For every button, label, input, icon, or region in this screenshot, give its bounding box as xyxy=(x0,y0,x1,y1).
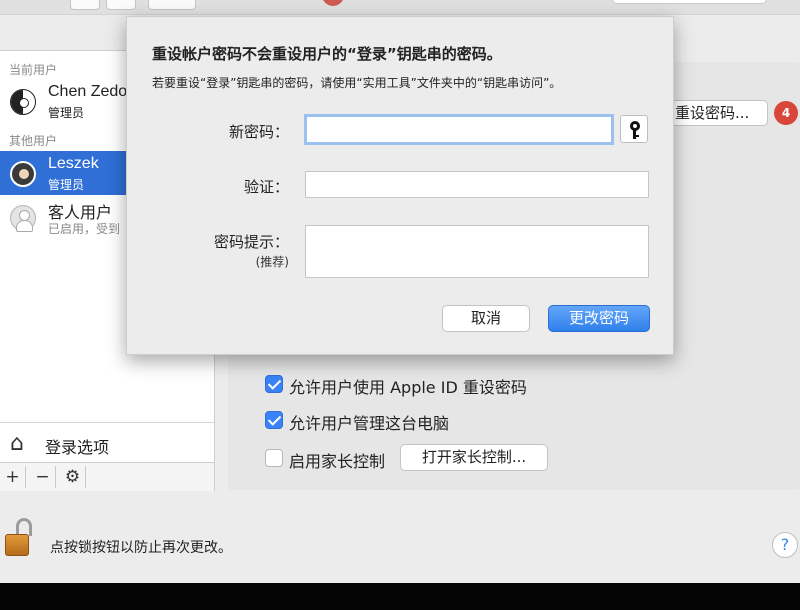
dialog-title: 重设帐户密码不会重设用户的“登录”钥匙串的密码。 xyxy=(152,45,502,63)
password-hint-recommended: (推荐) xyxy=(255,255,289,269)
show-all-button[interactable] xyxy=(148,0,196,10)
parental-controls-checkbox[interactable] xyxy=(265,449,283,467)
screen-bottom-bar xyxy=(0,583,800,610)
lock-icon[interactable] xyxy=(5,518,35,558)
password-hint-field[interactable] xyxy=(305,225,649,278)
remove-user-button[interactable]: − xyxy=(30,466,56,488)
new-password-field[interactable] xyxy=(304,114,614,145)
allow-apple-id-label: 允许用户使用 Apple ID 重设密码 xyxy=(289,378,527,397)
cancel-button[interactable]: 取消 xyxy=(442,305,530,332)
dialog-subtitle: 若要重设“登录”钥匙串的密码，请使用“实用工具”文件夹中的“钥匙串访问”。 xyxy=(152,76,562,90)
parental-controls-label: 启用家长控制 xyxy=(289,452,386,471)
reset-password-sheet: 重设帐户密码不会重设用户的“登录”钥匙串的密码。 若要重设“登录”钥匙串的密码，… xyxy=(126,16,674,355)
user-name: Leszek xyxy=(48,155,99,172)
search-field[interactable] xyxy=(612,0,767,4)
reset-password-button[interactable]: 重设密码... xyxy=(664,100,768,126)
section-other-users: 其他用户 xyxy=(9,134,58,148)
gear-icon[interactable]: ⚙ xyxy=(60,466,86,488)
sidebar-toolbar: + − ⚙ xyxy=(0,462,214,491)
window-toolbar xyxy=(0,0,800,14)
toolbar-divider xyxy=(0,14,800,15)
forward-button[interactable] xyxy=(106,0,136,10)
section-current-users: 当前用户 xyxy=(9,63,58,77)
user-role: 已启用，受到 xyxy=(48,222,121,236)
open-parental-controls-button[interactable]: 打开家长控制... xyxy=(400,444,548,471)
login-options-label: 登录选项 xyxy=(45,438,110,457)
login-options-item[interactable]: ⌂ 登录选项 xyxy=(0,422,214,462)
user-name: Chen Zedo xyxy=(48,83,128,100)
guest-avatar-icon xyxy=(10,205,36,232)
users-groups-icon xyxy=(322,0,344,6)
back-button[interactable] xyxy=(70,0,100,10)
add-user-button[interactable]: + xyxy=(0,466,26,488)
password-assistant-key-icon[interactable] xyxy=(620,115,648,143)
house-icon: ⌂ xyxy=(10,431,24,456)
allow-admin-label: 允许用户管理这台电脑 xyxy=(289,414,450,433)
allow-apple-id-checkbox[interactable] xyxy=(265,375,283,393)
user-role: 管理员 xyxy=(48,106,85,120)
lock-hint-text: 点按锁按钮以防止再次更改。 xyxy=(50,540,232,556)
allow-admin-checkbox[interactable] xyxy=(265,411,283,429)
new-password-label: 新密码： xyxy=(228,123,289,141)
change-password-button[interactable]: 更改密码 xyxy=(548,305,650,332)
verify-password-field[interactable] xyxy=(305,171,649,198)
yin-yang-avatar-icon xyxy=(10,89,36,115)
password-hint-label: 密码提示： xyxy=(213,233,289,251)
user-photo-avatar-icon xyxy=(10,161,36,187)
help-button[interactable]: ? xyxy=(772,532,798,558)
notification-badge: 4 xyxy=(774,101,798,125)
verify-label: 验证： xyxy=(243,178,289,196)
user-role: 管理员 xyxy=(48,178,85,192)
